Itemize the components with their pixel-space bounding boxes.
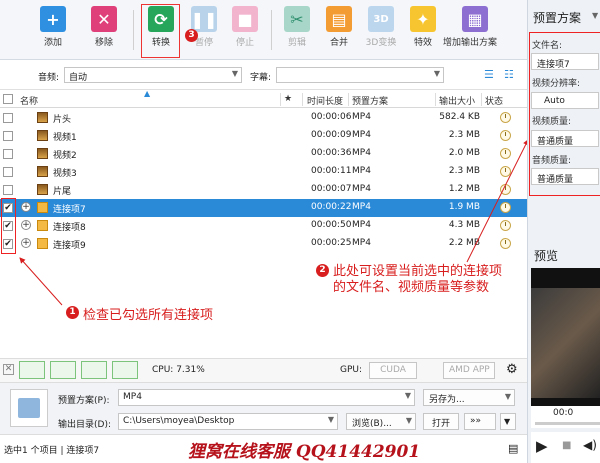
chevron-down-icon[interactable]: ▼ <box>592 11 598 20</box>
annotation-text-2b: 的文件名、视频质量等参数 <box>333 280 490 295</box>
video-quality-label: 视频质量: <box>532 117 572 127</box>
filename-label: 文件名: <box>532 41 563 51</box>
save-as-label: 另存为... <box>429 395 465 405</box>
audio-quality-select[interactable]: 普通质量 <box>531 168 599 185</box>
filename-input[interactable]: 连接项7 <box>531 53 599 70</box>
chevron-down-icon: ▼ <box>504 392 511 401</box>
output-dir-select[interactable]: C:\Users\moyea\Desktop ▼ <box>118 413 338 430</box>
gpu-label: GPU: <box>340 365 363 375</box>
chevron-down-icon: ▼ <box>404 391 411 400</box>
resolution-select[interactable]: Auto <box>531 92 599 109</box>
status-text: 选中1 个项目 | 连接项7 <box>4 446 100 456</box>
more-button[interactable]: »» <box>464 413 496 430</box>
stop-icon[interactable]: ■ <box>562 440 571 451</box>
annotation-badge-1: 1 <box>66 306 79 319</box>
cpu-bar: ✕ CPU: 7.31% GPU: CUDA AMD APP ⚙ <box>0 358 527 382</box>
annotation-text-1: 检查已勾选所有连接项 <box>83 308 214 323</box>
preset-select[interactable]: MP4 ▼ <box>118 389 415 406</box>
chevron-down-icon: ▼ <box>327 415 334 424</box>
seek-bar[interactable] <box>535 422 600 425</box>
cpu-graph <box>81 361 107 379</box>
resolution-label: 视频分辨率: <box>532 79 581 89</box>
play-icon[interactable]: ▶ <box>536 437 548 455</box>
cpu-graph <box>50 361 76 379</box>
preview-time-strip: 00:0 <box>531 406 600 428</box>
chevron-down-icon[interactable]: ▼ <box>500 413 516 430</box>
cuda-button[interactable]: CUDA <box>369 362 417 379</box>
video-quality-select[interactable]: 普通质量 <box>531 130 599 147</box>
output-dir-label: 输出目录(D): <box>58 420 111 430</box>
log-icon[interactable]: ▤ <box>508 442 518 455</box>
annotation-badge-2: 2 <box>316 264 329 277</box>
preset-label: 预置方案(P): <box>58 396 110 406</box>
cpu-graph <box>112 361 138 379</box>
player-controls: ▶ ■ ◀) <box>531 432 600 463</box>
output-dir-value: C:\Users\moyea\Desktop <box>123 416 235 426</box>
watermark-text: 狸窝在线客服 QQ41442901 <box>188 442 421 462</box>
preview-video[interactable] <box>531 268 600 428</box>
save-as-button[interactable]: 另存为... ▼ <box>423 389 515 406</box>
preset-value: MP4 <box>123 392 142 402</box>
format-icon <box>10 389 48 427</box>
preview-label: 预览 <box>534 249 559 263</box>
preset-panel-title: 预置方案 <box>533 11 582 25</box>
annotation-badge-3: 3 <box>185 29 198 42</box>
status-bar: 选中1 个项目 | 连接项7 狸窝在线客服 QQ41442901 ▤ <box>0 434 527 463</box>
browse-button[interactable]: 浏览(B)... ▼ <box>346 413 416 430</box>
browse-label: 浏览(B)... <box>352 419 392 429</box>
close-icon[interactable]: ✕ <box>3 364 14 375</box>
open-button[interactable]: 打开 <box>423 413 459 430</box>
volume-icon[interactable]: ◀) <box>583 438 597 452</box>
cpu-graph <box>19 361 45 379</box>
preview-time: 00:0 <box>553 408 574 418</box>
amd-app-button[interactable]: AMD APP <box>443 362 495 379</box>
gear-icon[interactable]: ⚙ <box>506 362 518 377</box>
chevron-down-icon: ▼ <box>405 416 412 425</box>
audio-quality-label: 音频质量: <box>532 156 572 166</box>
output-panel: 预置方案(P): MP4 ▼ 另存为... ▼ 输出目录(D): C:\User… <box>0 382 527 434</box>
cpu-usage-text: CPU: 7.31% <box>152 365 205 375</box>
